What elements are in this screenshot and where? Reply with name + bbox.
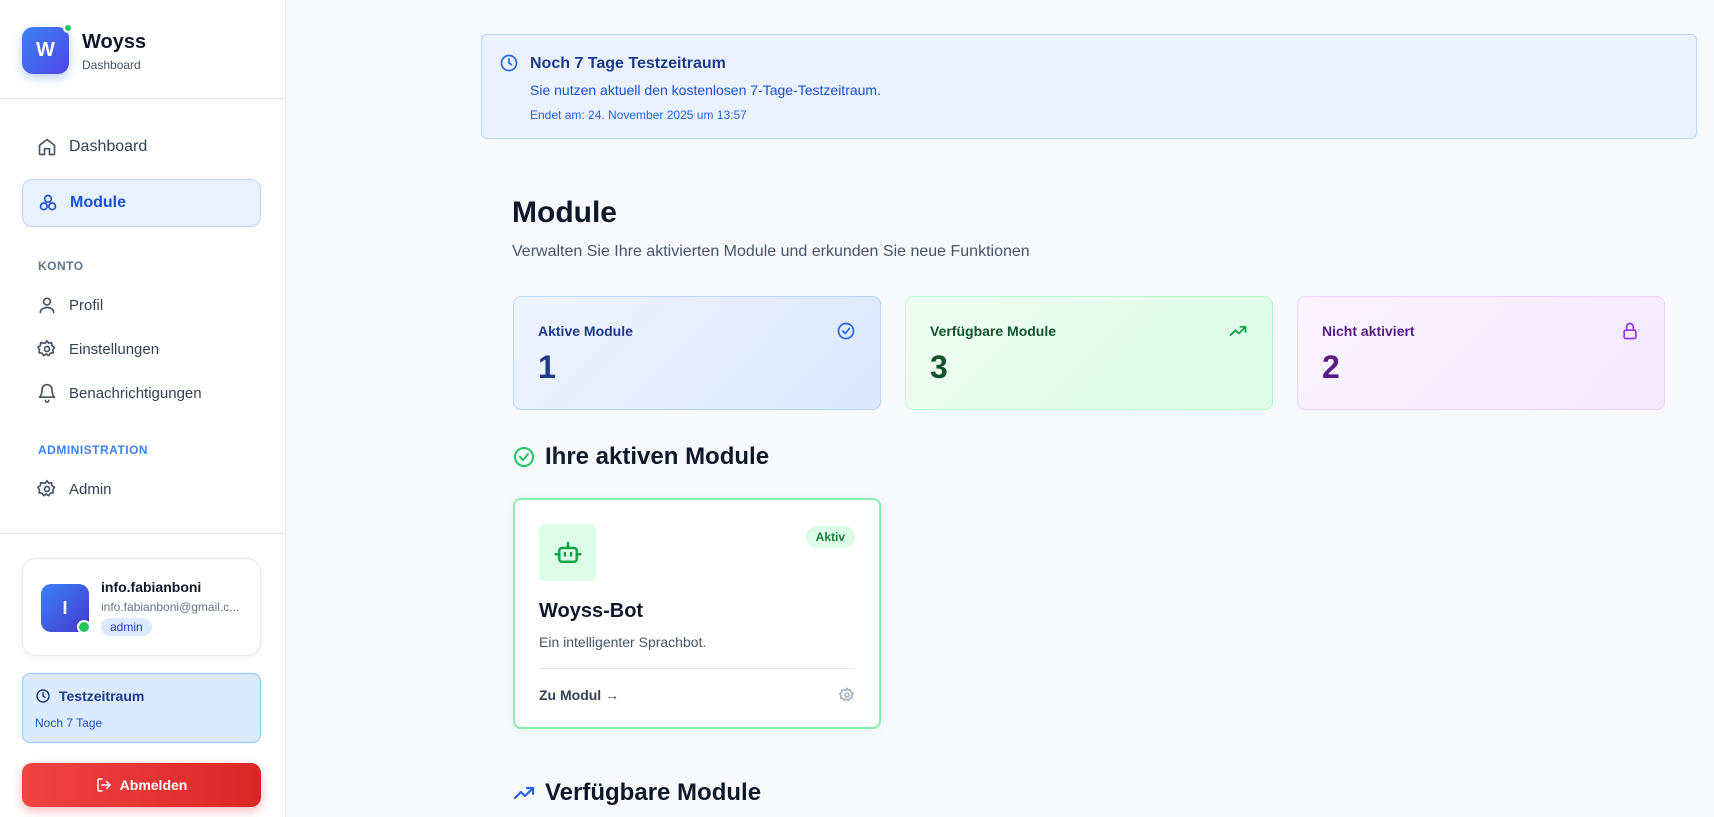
sidebar-item-label: Dashboard (69, 138, 148, 155)
section-heading-active: Ihre aktiven Module (512, 443, 769, 471)
section-heading-label: Ihre aktiven Module (545, 443, 770, 470)
bell-icon (37, 383, 57, 403)
online-status-dot (77, 620, 91, 634)
page-subtitle: Verwalten Sie Ihre aktivierten Module un… (512, 243, 1030, 260)
card-divider (539, 668, 855, 669)
module-card-woyss-bot[interactable]: Aktiv Woyss-Bot Ein intelligenter Sprach… (513, 498, 881, 729)
modules-icon (38, 193, 58, 213)
sidebar-item-einstellungen[interactable]: Einstellungen (22, 329, 261, 369)
brand-logo[interactable]: W (22, 27, 69, 74)
trending-up-icon (1228, 321, 1248, 341)
check-circle-icon (512, 445, 536, 469)
logout-button[interactable]: Abmelden (22, 763, 261, 807)
role-badge: admin (101, 618, 152, 636)
sidebar-item-benachrichtigungen[interactable]: Benachrichtigungen (22, 373, 261, 413)
banner-title: Noch 7 Tage Testzeitraum (530, 55, 726, 72)
section-heading-available: Verfügbare Module (512, 779, 761, 807)
brand-header: W Woyss Dashboard (0, 0, 285, 99)
section-label-administration: ADMINISTRATION (38, 443, 149, 457)
stat-label: Verfügbare Module (930, 323, 1057, 339)
stat-label: Aktive Module (538, 323, 633, 339)
trending-up-icon (512, 781, 536, 805)
banner-text: Sie nutzen aktuell den kostenlosen 7-Tag… (530, 82, 881, 98)
lock-icon (1620, 321, 1640, 341)
section-heading-label: Verfügbare Module (545, 779, 762, 806)
online-status-dot (63, 23, 73, 33)
user-icon (37, 295, 57, 315)
home-icon (37, 137, 57, 157)
user-email: info.fabianboni@gmail.c... (101, 600, 240, 614)
sidebar-item-label: Einstellungen (69, 340, 160, 358)
user-card[interactable]: I info.fabianboni info.fabianboni@gmail.… (22, 558, 261, 656)
logout-icon (96, 778, 111, 792)
clock-icon (499, 53, 519, 73)
sidebar-divider (0, 533, 285, 534)
sidebar-item-label: Admin (69, 480, 112, 498)
trial-banner: Noch 7 Tage Testzeitraum Sie nutzen aktu… (481, 34, 1697, 139)
stat-card-available: Verfügbare Module 3 (905, 296, 1273, 410)
clock-icon (35, 688, 51, 704)
sidebar-item-module[interactable]: Module (22, 179, 261, 227)
stat-value: 3 (930, 349, 948, 385)
brand-name: Woyss (82, 31, 147, 53)
sidebar-item-dashboard[interactable]: Dashboard (22, 123, 261, 171)
brand-subtitle: Dashboard (82, 58, 141, 72)
open-module-link[interactable]: Zu Modul → (539, 687, 619, 703)
section-label-konto: KONTO (38, 259, 84, 273)
module-description: Ein intelligenter Sprachbot. (539, 634, 707, 650)
check-circle-icon (836, 321, 856, 341)
sidebar-item-label: Module (70, 194, 126, 211)
user-name: info.fabianboni (101, 579, 202, 595)
logout-label: Abmelden (119, 777, 188, 793)
status-badge: Aktiv (805, 526, 855, 548)
stat-value: 2 (1322, 349, 1340, 385)
trial-status-box: Testzeitraum Noch 7 Tage (22, 673, 261, 743)
banner-end-date: Endet am: 24. November 2025 um 13:57 (530, 108, 747, 122)
stat-card-inactive: Nicht aktiviert 2 (1297, 296, 1665, 410)
stat-value: 1 (538, 349, 556, 385)
module-title: Woyss-Bot (539, 600, 644, 622)
stat-label: Nicht aktiviert (1322, 323, 1415, 339)
stat-card-active: Aktive Module 1 (513, 296, 881, 410)
sidebar: W Woyss Dashboard Dashboard Module KONTO… (0, 0, 286, 817)
bot-icon (539, 524, 596, 581)
sidebar-item-admin[interactable]: Admin (22, 469, 261, 509)
page-title: Module (512, 196, 617, 229)
sidebar-item-profil[interactable]: Profil (22, 285, 261, 325)
gear-icon (37, 339, 57, 359)
trial-title: Testzeitraum (59, 688, 145, 704)
sidebar-item-label: Benachrichtigungen (69, 384, 202, 402)
gear-icon[interactable] (839, 687, 855, 703)
sidebar-item-label: Profil (69, 296, 104, 314)
gear-icon (37, 479, 57, 499)
trial-subtitle: Noch 7 Tage (35, 716, 103, 730)
